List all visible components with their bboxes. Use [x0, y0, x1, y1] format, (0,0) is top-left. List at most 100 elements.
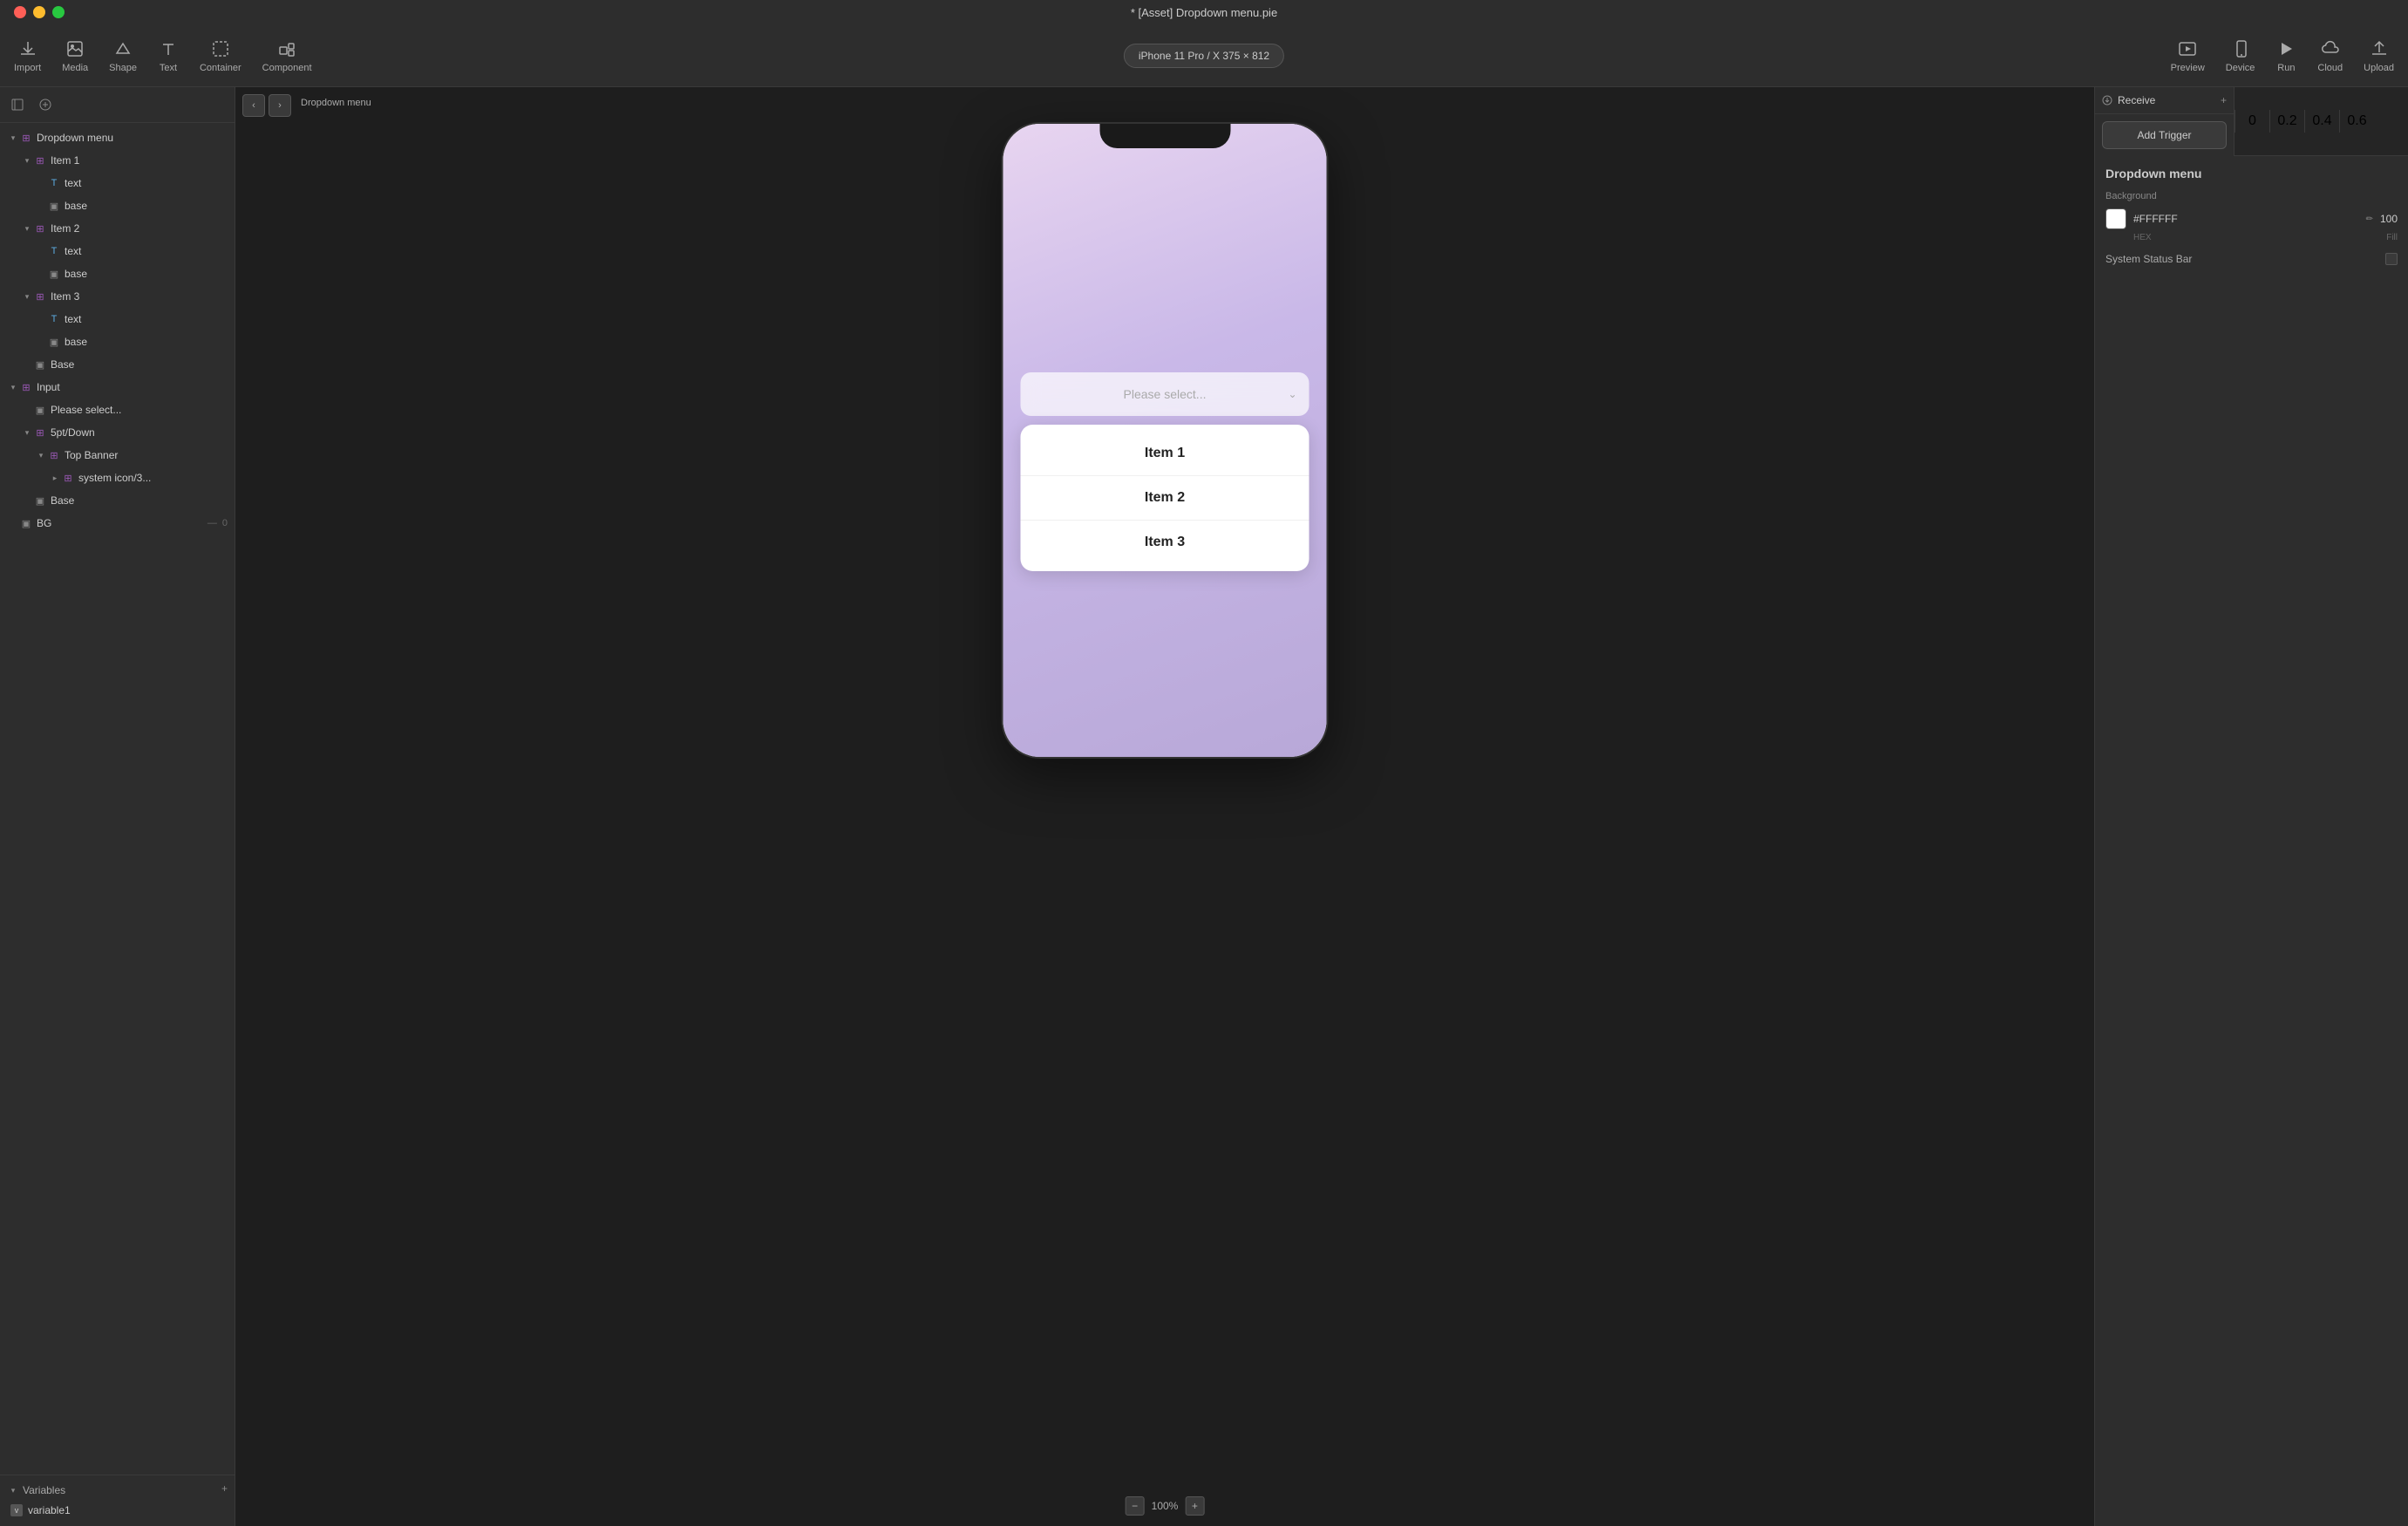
receive-label: Receive: [2118, 94, 2155, 106]
tree-item-system-icon[interactable]: ▸ ⊞ system icon/3...: [0, 467, 235, 489]
bg-hide-icon[interactable]: —: [207, 518, 217, 528]
tree-item-base3[interactable]: ▣ base: [0, 330, 235, 353]
media-tool[interactable]: Media: [62, 38, 88, 73]
tree-item-item2[interactable]: ▾ ⊞ Item 2: [0, 217, 235, 240]
nav-forward-button[interactable]: ›: [269, 94, 291, 117]
variable-icon: v: [10, 1504, 23, 1516]
dropdown-item-1[interactable]: Item 1: [1021, 432, 1309, 476]
component-tool[interactable]: Component: [262, 38, 312, 73]
variable-label: variable1: [28, 1504, 71, 1516]
nav-back-button[interactable]: ‹: [242, 94, 265, 117]
variables-section: ▾ Variables + v variable1: [0, 1475, 235, 1526]
tree-item-text1[interactable]: T text: [0, 172, 235, 194]
component-icon: ⊞: [33, 290, 47, 303]
tree-item-top-banner[interactable]: ▾ ⊞ Top Banner: [0, 444, 235, 467]
shape-tool[interactable]: Shape: [109, 38, 137, 73]
preview-label: Preview: [2171, 63, 2205, 73]
bg-count: 0: [222, 518, 228, 528]
tree-item-label: BG: [37, 517, 51, 529]
tree-item-item3[interactable]: ▾ ⊞ Item 3: [0, 285, 235, 308]
import-tool[interactable]: Import: [14, 38, 41, 73]
minimize-button[interactable]: [33, 6, 45, 18]
container-tool[interactable]: Container: [200, 38, 241, 73]
placeholder-icon: [21, 404, 33, 416]
toolbar-left: Import Media Shape: [14, 38, 312, 73]
tree-item-input[interactable]: ▾ ⊞ Input: [0, 376, 235, 399]
component-icon: ⊞: [19, 380, 33, 394]
chevron-down-icon: ▾: [7, 1484, 19, 1496]
tree-item-text2[interactable]: T text: [0, 240, 235, 262]
add-variable-button[interactable]: +: [221, 1482, 228, 1495]
tree-item-5pt-down[interactable]: ▾ ⊞ 5pt/Down: [0, 421, 235, 444]
tree-item-bg[interactable]: ▣ BG — 0: [0, 512, 235, 535]
dropdown-item-3[interactable]: Item 3: [1021, 521, 1309, 564]
main-layout: ▾ ⊞ Dropdown menu ▾ ⊞ Item 1 T text ▣ ba…: [0, 87, 2408, 1526]
text-tool[interactable]: Text: [158, 38, 179, 73]
import-label: Import: [14, 63, 41, 73]
close-button[interactable]: [14, 6, 26, 18]
receive-add-button[interactable]: +: [2221, 94, 2227, 106]
sidebar-toolbar: [0, 87, 235, 123]
preview-tool[interactable]: Preview: [2171, 38, 2205, 73]
color-swatch[interactable]: [2105, 208, 2126, 229]
tree-item-base-input[interactable]: ▣ Base: [0, 489, 235, 512]
tree-item-label: text: [65, 313, 228, 325]
chevron-down-icon: ▾: [7, 132, 19, 144]
tree-item-please-select[interactable]: ▣ Please select...: [0, 399, 235, 421]
placeholder-icon: [35, 268, 47, 280]
device-label: Device: [2226, 63, 2255, 73]
tree-item-item1[interactable]: ▾ ⊞ Item 1: [0, 149, 235, 172]
tree-item-base2[interactable]: ▣ base: [0, 262, 235, 285]
color-edit-icon[interactable]: ✏: [2366, 215, 2373, 224]
device-selector[interactable]: iPhone 11 Pro / X 375 × 812: [1124, 44, 1284, 68]
dropdown-trigger[interactable]: Please select... ⌄: [1021, 372, 1309, 416]
tree-item-text3[interactable]: T text: [0, 308, 235, 330]
system-status-bar-toggle[interactable]: [2385, 253, 2398, 265]
component-icon: [276, 38, 297, 59]
component-icon: ⊞: [33, 221, 47, 235]
text-tool-icon: [158, 38, 179, 59]
chevron-down-icon: ⌄: [1288, 388, 1296, 400]
tree-item-label: 5pt/Down: [51, 426, 228, 439]
cloud-tool[interactable]: Cloud: [2317, 38, 2343, 73]
tree-item-label: base: [65, 200, 228, 212]
upload-tool[interactable]: Upload: [2364, 38, 2394, 73]
tree-item-label: Item 3: [51, 290, 228, 303]
frame-icon: ▣: [33, 358, 47, 371]
canvas-nav: ‹ ›: [242, 94, 291, 117]
dropdown-item-2[interactable]: Item 2: [1021, 476, 1309, 521]
add-trigger-button[interactable]: Add Trigger: [2102, 121, 2227, 149]
dropdown-menu: Item 1 Item 2 Item 3: [1021, 425, 1309, 571]
color-sub-labels: HEX Fill: [2105, 233, 2398, 242]
timeline-ticks: 0 0.2 0.4 0.6: [2235, 110, 2374, 133]
tree-item-label: Please select...: [51, 404, 228, 416]
tree-root[interactable]: ▾ ⊞ Dropdown menu: [0, 126, 235, 149]
fill-label: Fill: [2386, 233, 2398, 242]
zoom-in-button[interactable]: +: [1185, 1496, 1204, 1516]
chevron-down-icon: ▾: [35, 449, 47, 461]
sidebar-collapse-btn[interactable]: [7, 94, 28, 115]
upload-icon: [2369, 38, 2390, 59]
variable-item[interactable]: v variable1: [7, 1502, 228, 1519]
chevron-down-icon: ▾: [21, 222, 33, 235]
device-tool[interactable]: Device: [2226, 38, 2255, 73]
tree-item-label: base: [65, 336, 228, 348]
tick-3: 0.6: [2339, 110, 2374, 133]
component-icon: ⊞: [61, 471, 75, 485]
phone-screen: Please select... ⌄ Item 1 Item 2 Item 3: [1003, 124, 1327, 757]
upload-label: Upload: [2364, 63, 2394, 73]
tree-item-label: Top Banner: [65, 449, 228, 461]
tree-item-label: text: [65, 177, 228, 189]
run-label: Run: [2277, 63, 2295, 73]
tree-item-base1[interactable]: ▣ base: [0, 194, 235, 217]
properties-panel: Dropdown menu Background #FFFFFF ✏ 100 H…: [2094, 156, 2408, 1526]
background-section-label: Background: [2105, 191, 2398, 201]
phone-frame: Please select... ⌄ Item 1 Item 2 Item 3: [1002, 122, 1329, 759]
run-tool[interactable]: Run: [2275, 38, 2296, 73]
tree-item-label: Base: [51, 494, 228, 507]
maximize-button[interactable]: [52, 6, 65, 18]
component-icon: ⊞: [19, 131, 33, 145]
zoom-out-button[interactable]: −: [1126, 1496, 1145, 1516]
sidebar-add-btn[interactable]: [35, 94, 56, 115]
tree-item-base-root[interactable]: ▣ Base: [0, 353, 235, 376]
